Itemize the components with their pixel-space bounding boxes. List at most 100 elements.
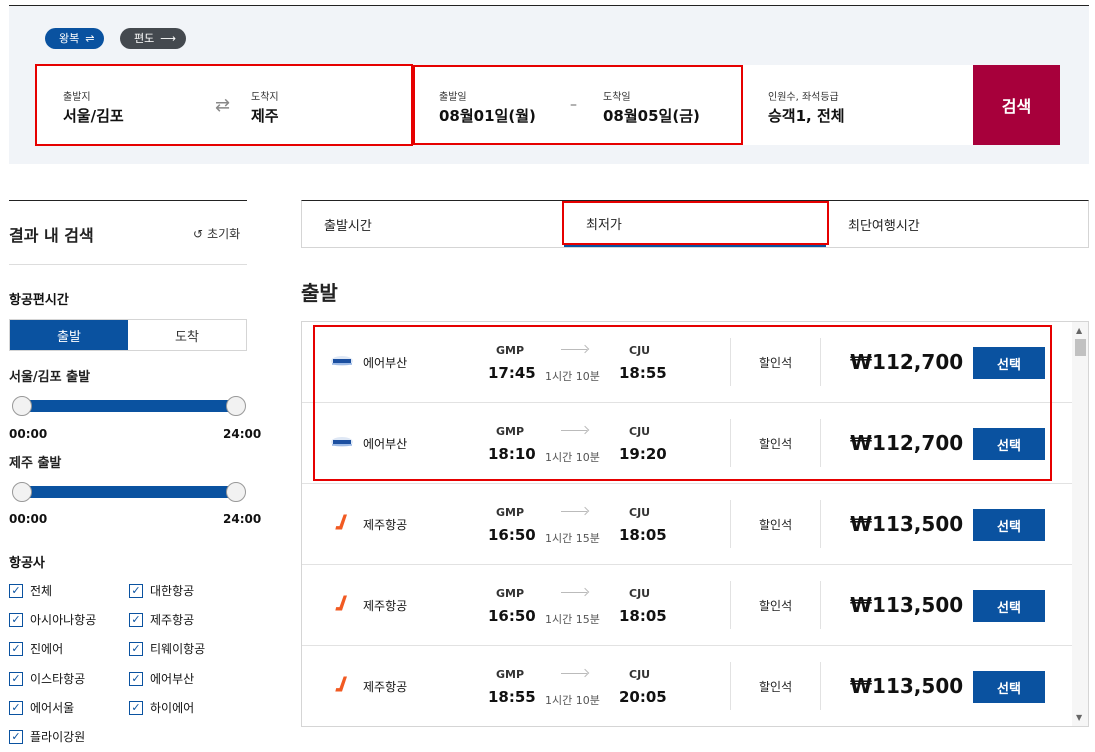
tab-shortest-duration[interactable]: 최단여행시간 [826, 201, 1088, 247]
slider1-max-handle[interactable] [226, 396, 246, 416]
flight-row: 제주항공 GMP 16:50 1시간 15분 CJU 18:05 할인석 ₩113,500 선택 [302, 484, 1072, 565]
airline-name: 에어부산 [363, 437, 408, 451]
departure-time: 16:50 [488, 607, 536, 625]
scrollbar-thumb[interactable] [1075, 339, 1086, 356]
departure-time: 16:50 [488, 526, 536, 544]
reset-button[interactable]: ↺ 초기화 [193, 225, 240, 242]
origin-code: GMP [496, 344, 525, 357]
segment-departure[interactable]: 출발 [10, 320, 128, 350]
column-divider [730, 338, 731, 386]
slider2-min-handle[interactable] [12, 482, 32, 502]
airline-name: 에어부산 [363, 356, 408, 370]
flight-row: 에어부산 GMP 18:10 1시간 10분 CJU 19:20 할인석 ₩112,700 선택 [302, 403, 1072, 484]
select-flight-button[interactable]: 선택 [973, 671, 1045, 703]
checkmark-icon: ✓ [129, 671, 143, 686]
origin-code: GMP [496, 425, 525, 438]
slider2-label: 제주 출발 [9, 456, 62, 471]
airline-checkbox-label: 티웨이항공 [150, 642, 206, 656]
one-way-label: 편도 [134, 32, 155, 45]
scrollbar[interactable]: ▲ ▼ [1072, 322, 1088, 726]
departure-date-label: 출발일 [439, 92, 467, 103]
airline-checkbox[interactable]: ✓ 에어서울 [9, 699, 74, 716]
airline-checkbox-label: 에어서울 [30, 701, 75, 715]
destination-code: CJU [629, 668, 651, 681]
column-divider [730, 500, 731, 548]
select-flight-button[interactable]: 선택 [973, 590, 1045, 622]
return-date-value[interactable]: 08월05일(금) [603, 105, 700, 126]
flight-duration: 1시간 15분 [545, 613, 600, 626]
swap-arrows-icon: ⇌ [85, 32, 95, 45]
flight-row: 제주항공 GMP 16:50 1시간 15분 CJU 18:05 할인석 ₩113,500 선택 [302, 565, 1072, 646]
seat-class: 할인석 [759, 437, 793, 451]
destination-code: CJU [629, 344, 651, 357]
tab-departure-time[interactable]: 출발시간 [302, 201, 564, 247]
flight-row: 제주항공 GMP 18:55 1시간 10분 CJU 20:05 할인석 ₩113,500 선택 [302, 646, 1072, 726]
checkmark-icon: ✓ [129, 612, 143, 627]
airline-checkbox-label: 이스타항공 [30, 672, 86, 686]
airline-checkbox-label: 제주항공 [150, 613, 195, 627]
airline-checkbox-label: 진에어 [30, 642, 64, 656]
one-way-toggle[interactable]: 편도 ⟶ [120, 28, 187, 49]
airline-checkbox[interactable]: ✓ 대한항공 [129, 582, 194, 599]
seat-class: 할인석 [759, 356, 793, 370]
sidebar-divider [9, 264, 247, 265]
tab-lowest-price[interactable]: 최저가 [564, 201, 826, 247]
airline-checkbox[interactable]: ✓ 플라이강원 [9, 728, 85, 745]
airline-checkbox-label: 아시아나항공 [30, 613, 97, 627]
arrival-time: 18:55 [619, 364, 667, 382]
passenger-value[interactable]: 승객1, 전체 [768, 105, 845, 126]
airline-checkbox-label: 전체 [30, 584, 53, 598]
select-flight-button[interactable]: 선택 [973, 347, 1045, 379]
airline-checkbox[interactable]: ✓ 전체 [9, 582, 52, 599]
slider2-min-tick: 00:00 [9, 512, 48, 526]
column-divider [730, 662, 731, 710]
checkmark-icon: ✓ [9, 671, 23, 686]
airline-checkbox[interactable]: ✓ 티웨이항공 [129, 640, 205, 657]
flight-arrow-icon [561, 673, 587, 674]
airline-checkbox[interactable]: ✓ 제주항공 [129, 611, 194, 628]
column-divider [820, 662, 821, 710]
arrival-time: 18:05 [619, 607, 667, 625]
departure-time: 18:10 [488, 445, 536, 463]
date-separator: – [570, 97, 577, 113]
time-segment: 출발 도착 [9, 319, 247, 351]
origin-code: GMP [496, 668, 525, 681]
fare-price: ₩113,500 [850, 512, 964, 536]
airline-checkbox[interactable]: ✓ 이스타항공 [9, 670, 85, 687]
slider1-track[interactable] [21, 400, 235, 412]
airline-checkbox[interactable]: ✓ 에어부산 [129, 670, 194, 687]
slider2-track[interactable] [21, 486, 235, 498]
airline-checkbox[interactable]: ✓ 아시아나항공 [9, 611, 96, 628]
origin-value[interactable]: 서울/김포 [63, 105, 124, 126]
column-divider [820, 500, 821, 548]
slider1-label: 서울/김포 출발 [9, 370, 91, 385]
slider2-max-handle[interactable] [226, 482, 246, 502]
slider1-min-handle[interactable] [12, 396, 32, 416]
segment-arrival[interactable]: 도착 [128, 320, 246, 350]
select-flight-button[interactable]: 선택 [973, 428, 1045, 460]
slider2-max-tick: 24:00 [223, 512, 262, 526]
checkmark-icon: ✓ [9, 700, 23, 715]
destination-value[interactable]: 제주 [251, 105, 279, 126]
swap-route-icon[interactable]: ⇄ [215, 95, 230, 116]
departure-date-value[interactable]: 08월01일(월) [439, 105, 536, 126]
select-flight-button[interactable]: 선택 [973, 509, 1045, 541]
sidebar-top-divider [9, 200, 247, 201]
round-trip-toggle[interactable]: 왕복 ⇌ [45, 28, 105, 49]
scroll-down-icon[interactable]: ▼ [1076, 713, 1082, 722]
checkmark-icon: ✓ [9, 729, 23, 744]
refresh-icon: ↺ [193, 226, 204, 241]
airline-checkbox[interactable]: ✓ 하이에어 [129, 699, 194, 716]
right-arrow-icon: ⟶ [160, 32, 177, 45]
column-divider [820, 338, 821, 386]
scroll-up-icon[interactable]: ▲ [1076, 326, 1082, 335]
airline-checkbox-label: 대한항공 [150, 584, 195, 598]
flight-duration: 1시간 15분 [545, 532, 600, 545]
checkmark-icon: ✓ [9, 612, 23, 627]
airline-checkbox-label: 에어부산 [150, 672, 195, 686]
search-button[interactable]: 검색 [973, 65, 1060, 145]
flight-arrow-icon [561, 430, 587, 431]
airline-checkbox[interactable]: ✓ 진에어 [9, 640, 63, 657]
return-date-label: 도착일 [603, 92, 631, 103]
destination-code: CJU [629, 587, 651, 600]
